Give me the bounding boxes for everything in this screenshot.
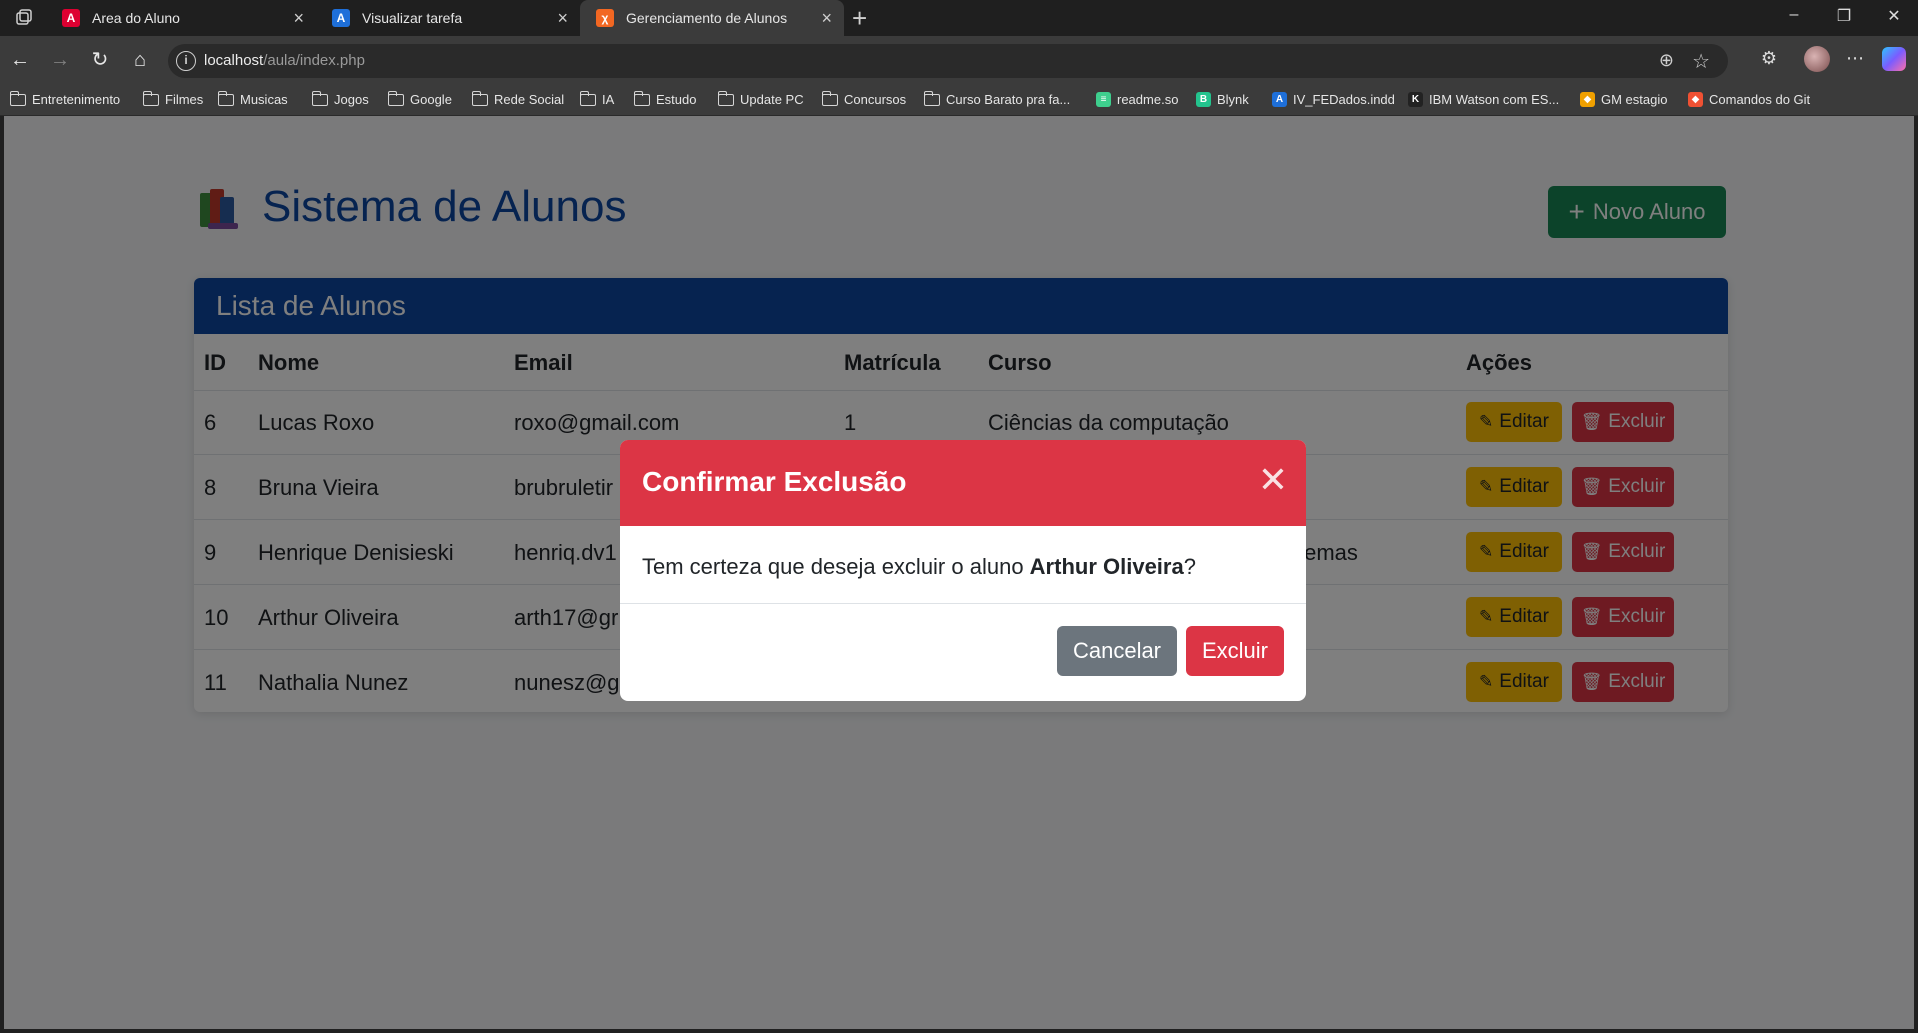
bookmark-label: Entretenimento <box>32 92 121 107</box>
bookmark-item[interactable]: Update PC <box>717 90 804 107</box>
url-bar[interactable]: i localhost/aula/index.php ⊕ ☆ <box>168 44 1728 78</box>
bookmark-label: GM estagio <box>1601 92 1668 107</box>
bookmark-item[interactable]: Filmes <box>142 90 204 107</box>
bookmark-item[interactable]: ≡ readme.so <box>1096 92 1178 107</box>
folder-icon <box>923 90 940 106</box>
bookmark-label: Google <box>410 92 452 107</box>
bookmark-label: Estudo <box>656 92 697 107</box>
bookmark-item[interactable]: Jogos <box>311 90 369 107</box>
folder-icon <box>387 90 404 106</box>
page-viewport: Sistema de Alunos + Novo Aluno Lista de … <box>4 116 1914 1029</box>
modal-message: Tem certeza que deseja excluir o aluno <box>642 554 1030 579</box>
folder-icon <box>142 90 159 106</box>
bookmark-item[interactable]: Curso Barato pra fa... <box>923 90 1071 107</box>
forward-icon[interactable]: → <box>48 48 72 72</box>
modal-footer: Cancelar Excluir <box>620 604 1306 700</box>
folder-icon <box>311 90 328 106</box>
bookmark-label: Musicas <box>240 92 288 107</box>
bookmark-label: IA <box>602 92 615 107</box>
restore-icon[interactable]: ❐ <box>1832 6 1856 26</box>
folder-icon <box>471 90 488 106</box>
bookmark-item[interactable]: K IBM Watson com ES... <box>1408 92 1559 107</box>
bookmark-item[interactable]: IA <box>579 90 615 107</box>
close-icon[interactable]: × <box>557 8 568 28</box>
url-text[interactable]: localhost/aula/index.php <box>204 52 365 69</box>
back-icon[interactable]: ← <box>8 48 32 72</box>
bookmarks-bar: Entretenimento Filmes Musicas Jogos Google Re… <box>0 86 1918 116</box>
site-info-icon[interactable]: i <box>176 51 196 71</box>
favorite-star-icon[interactable]: ☆ <box>1692 49 1710 74</box>
folder-icon <box>579 90 596 106</box>
folder-icon <box>821 90 838 106</box>
tab-title: Gerenciamento de Alunos <box>626 10 788 26</box>
site-favicon-icon: ≡ <box>1096 92 1111 107</box>
confirm-delete-button[interactable]: Excluir <box>1186 626 1284 676</box>
close-icon[interactable]: ✕ <box>1258 462 1288 498</box>
close-icon[interactable]: × <box>293 8 304 28</box>
bookmark-item[interactable]: Concursos <box>821 90 907 107</box>
xampp-icon: χ <box>596 9 614 27</box>
folder-icon <box>717 90 734 106</box>
bookmark-label: readme.so <box>1117 92 1179 107</box>
bookmark-item[interactable]: Musicas <box>217 90 288 107</box>
site-favicon-icon: ◆ <box>1580 92 1595 107</box>
bookmark-item[interactable]: Rede Social <box>471 90 565 107</box>
zoom-icon[interactable]: ⊕ <box>1659 50 1674 71</box>
site-favicon-icon: B <box>1196 92 1211 107</box>
bookmark-label: Blynk <box>1217 92 1249 107</box>
tab-title: Area do Aluno <box>92 10 180 26</box>
new-tab-button[interactable]: + <box>852 4 867 32</box>
minimize-icon[interactable]: – <box>1782 6 1806 24</box>
bookmark-label: IBM Watson com ES... <box>1429 92 1560 107</box>
bookmark-label: IV_FEDados.indd <box>1293 92 1395 107</box>
bookmark-label: Filmes <box>165 92 204 107</box>
close-window-icon[interactable]: ✕ <box>1882 6 1906 26</box>
close-icon[interactable]: × <box>821 8 832 28</box>
bookmark-item[interactable]: ◆ GM estagio <box>1580 92 1667 107</box>
copilot-icon[interactable] <box>1882 47 1906 71</box>
bookmark-item[interactable]: B Blynk <box>1196 92 1249 107</box>
folder-icon <box>9 90 26 106</box>
tab-visualizar-tarefa[interactable]: A Visualizar tarefa × <box>316 0 580 36</box>
address-toolbar: ← → ↻ ⌂ i localhost/aula/index.php ⊕ ☆ ⚙… <box>0 36 1918 86</box>
workspaces-icon[interactable] <box>14 8 36 28</box>
modal-title: Confirmar Exclusão <box>642 466 907 497</box>
folder-icon <box>217 90 234 106</box>
student-name: Arthur Oliveira <box>1029 554 1184 579</box>
tab-title: Visualizar tarefa <box>362 10 463 26</box>
home-icon[interactable]: ⌂ <box>128 48 152 72</box>
bookmark-item[interactable]: Google <box>387 90 452 107</box>
app-icon: A <box>332 9 350 27</box>
bookmark-label: Concursos <box>844 92 907 107</box>
bookmark-label: Update PC <box>740 92 804 107</box>
folder-icon <box>633 90 650 106</box>
profile-avatar[interactable] <box>1804 46 1830 72</box>
extensions-icon[interactable]: ⚙ <box>1756 48 1782 69</box>
modal-header: Confirmar Exclusão ✕ <box>620 440 1306 526</box>
tab-area-do-aluno[interactable]: A Area do Aluno × <box>46 0 316 36</box>
bookmark-item[interactable]: Estudo <box>633 90 697 107</box>
bookmark-label: Jogos <box>334 92 369 107</box>
browser-tab-bar: A Area do Aluno × A Visualizar tarefa × … <box>0 0 1918 36</box>
bookmark-label: Comandos do Git <box>1709 92 1811 107</box>
bookmark-item[interactable]: ◆ Comandos do Git <box>1688 92 1810 107</box>
modal-body: Tem certeza que deseja excluir o aluno A… <box>620 526 1306 604</box>
site-favicon-icon: ◆ <box>1688 92 1703 107</box>
site-favicon-icon: K <box>1408 92 1423 107</box>
angular-icon: A <box>62 9 80 27</box>
confirm-delete-modal: Confirmar Exclusão ✕ Tem certeza que des… <box>620 440 1306 701</box>
bookmark-item[interactable]: Entretenimento <box>9 90 121 107</box>
reload-icon[interactable]: ↻ <box>88 48 112 72</box>
bookmark-item[interactable]: A IV_FEDados.indd <box>1272 92 1395 107</box>
site-favicon-icon: A <box>1272 92 1287 107</box>
bookmark-label: Curso Barato pra fa... <box>946 92 1071 107</box>
more-menu-icon[interactable]: ⋯ <box>1842 48 1868 69</box>
bookmark-label: Rede Social <box>494 92 565 107</box>
cancel-button[interactable]: Cancelar <box>1057 626 1177 676</box>
tab-gerenciamento-de-alunos[interactable]: χ Gerenciamento de Alunos × <box>580 0 844 36</box>
